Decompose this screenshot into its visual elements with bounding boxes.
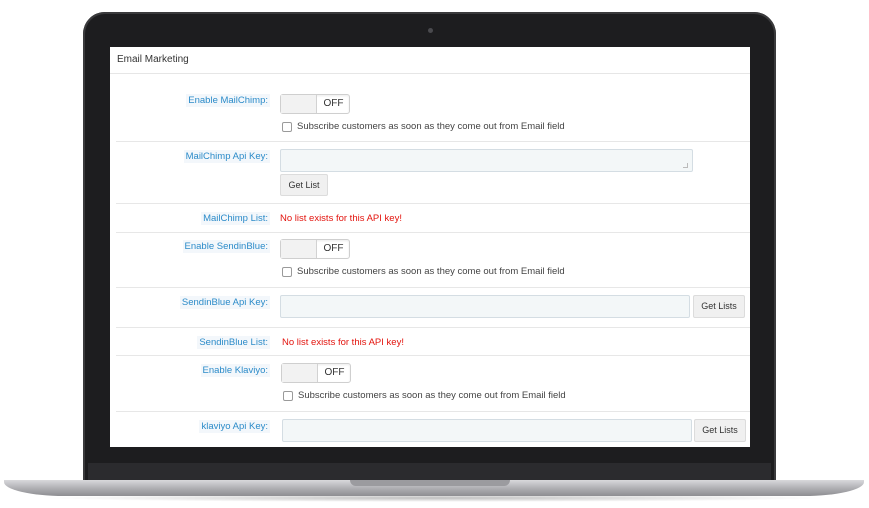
divider xyxy=(116,141,750,142)
mailchimp-api-key-label: MailChimp Api Key: xyxy=(183,150,270,163)
klaviyo-api-key-label: klaviyo Api Key: xyxy=(199,420,270,433)
toggle-state: OFF xyxy=(323,243,344,254)
toggle-knob xyxy=(282,364,318,382)
klaviyo-toggle[interactable]: OFF xyxy=(281,363,351,383)
toggle-state: OFF xyxy=(324,367,345,378)
camera-icon xyxy=(428,28,433,33)
mailchimp-list-label: MailChimp List: xyxy=(201,212,270,225)
sendinblue-subscribe-checkbox[interactable] xyxy=(282,267,292,277)
klaviyo-api-key-input[interactable] xyxy=(282,419,692,442)
divider xyxy=(116,355,750,356)
panel-title: Email Marketing xyxy=(117,54,189,65)
screen: Email Marketing Enable MailChimp: OFF Su… xyxy=(110,47,750,447)
divider xyxy=(116,287,750,288)
toggle-knob xyxy=(281,240,317,258)
toggle-knob xyxy=(281,95,317,113)
klaviyo-get-lists-button[interactable]: Get Lists xyxy=(694,419,746,442)
sendinblue-api-key-input[interactable] xyxy=(280,295,690,318)
sendinblue-api-key-label: SendinBlue Api Key: xyxy=(179,296,270,309)
enable-sendinblue-label: Enable SendinBlue: xyxy=(182,240,270,253)
sendinblue-list-label: SendinBlue List: xyxy=(197,336,270,349)
sendinblue-list-error: No list exists for this API key! xyxy=(282,337,404,348)
mailchimp-list-error: No list exists for this API key! xyxy=(280,213,402,224)
klaviyo-subscribe-checkbox[interactable] xyxy=(283,391,293,401)
divider xyxy=(116,327,750,328)
sendinblue-subscribe-label: Subscribe customers as soon as they come… xyxy=(297,266,565,277)
panel-header: Email Marketing xyxy=(110,47,750,74)
divider xyxy=(116,203,750,204)
sendinblue-toggle[interactable]: OFF xyxy=(280,239,350,259)
mailchimp-api-key-input[interactable] xyxy=(280,149,693,172)
mailchimp-toggle[interactable]: OFF xyxy=(280,94,350,114)
laptop-notch xyxy=(350,480,510,486)
toggle-state: OFF xyxy=(323,98,344,109)
klaviyo-subscribe-label: Subscribe customers as soon as they come… xyxy=(298,390,566,401)
mailchimp-subscribe-label: Subscribe customers as soon as they come… xyxy=(297,121,565,132)
sendinblue-get-lists-button[interactable]: Get Lists xyxy=(693,295,745,318)
resize-handle-icon[interactable] xyxy=(683,163,688,168)
enable-klaviyo-label: Enable Klaviyo: xyxy=(200,364,270,377)
divider xyxy=(116,232,750,233)
mailchimp-subscribe-checkbox[interactable] xyxy=(282,122,292,132)
divider xyxy=(116,411,750,412)
enable-mailchimp-label: Enable MailChimp: xyxy=(186,94,270,107)
mailchimp-get-list-button[interactable]: Get List xyxy=(280,174,328,196)
